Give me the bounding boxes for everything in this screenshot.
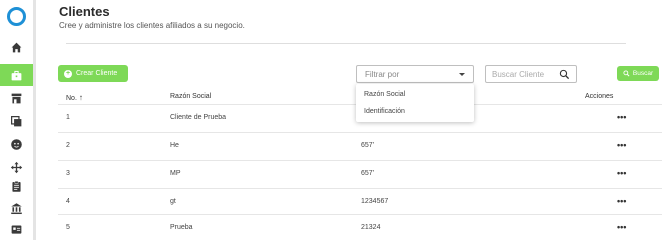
sidebar-item-store[interactable] [0, 87, 33, 109]
app-window: Clientes Cree y administre los clientes … [0, 0, 670, 240]
more-actions-icon[interactable]: ••• [617, 168, 626, 178]
sidebar-item-clipboard[interactable] [0, 175, 33, 197]
table-row[interactable]: 4 gt 1234567 ••• [58, 188, 662, 214]
column-header-no[interactable]: No. ↑ [66, 93, 83, 102]
table-row[interactable]: 2 He 657’ ••• [58, 132, 662, 158]
search-button[interactable]: Buscar [617, 66, 659, 81]
move-icon [10, 161, 23, 173]
table-row[interactable]: 3 MP 657’ ••• [58, 160, 662, 186]
cell-no: 3 [66, 170, 70, 177]
page-subtitle: Cree y administre los clientes afiliados… [59, 21, 245, 30]
filter-option-razon-social[interactable]: Razón Social [356, 86, 474, 103]
sidebar-item-id-card[interactable] [0, 218, 33, 240]
cell-no: 2 [66, 142, 70, 149]
table-row[interactable]: 5 Prueba 21324 ••• [58, 214, 662, 240]
column-header-acciones: Acciones [585, 93, 614, 100]
cell-razon-social: gt [170, 198, 176, 205]
more-actions-icon[interactable]: ••• [617, 222, 626, 232]
create-client-button[interactable]: + Crear Cliente [58, 65, 128, 82]
search-input[interactable]: Buscar Cliente [485, 65, 577, 83]
cell-identificacion: 1234567 [361, 198, 389, 205]
column-header-razon-social[interactable]: Razón Social [170, 93, 211, 100]
cell-no: 4 [66, 198, 70, 205]
sidebar-item-home[interactable] [0, 36, 33, 58]
id-card-icon [11, 224, 22, 234]
caret-down-icon [459, 73, 465, 76]
copy-icon [11, 115, 22, 126]
store-icon [11, 93, 22, 103]
plus-icon: + [64, 69, 72, 78]
cell-identificacion: 657’ [361, 170, 375, 177]
home-icon [11, 42, 22, 52]
bank-icon [11, 202, 22, 214]
cell-razon-social: Prueba [170, 224, 193, 231]
main-content: Clientes Cree y administre los clientes … [36, 0, 670, 240]
filter-dropdown-menu: Razón Social Identificación [356, 84, 474, 122]
filter-select[interactable]: Filtrar por [356, 65, 474, 83]
cell-razon-social: He [170, 142, 179, 149]
search-icon[interactable] [559, 69, 570, 80]
more-actions-icon[interactable]: ••• [617, 196, 626, 206]
sidebar-item-copy[interactable] [0, 110, 33, 132]
cell-identificacion: 21324 [361, 224, 381, 231]
cell-razon-social: Cliente de Prueba [170, 114, 227, 121]
sidebar-item-clientes[interactable] [0, 64, 33, 86]
cell-razon-social: MP [170, 170, 181, 177]
page-title: Clientes [59, 4, 110, 19]
filter-placeholder: Filtrar por [365, 69, 400, 79]
create-client-label: Crear Cliente [76, 70, 118, 77]
sidebar [0, 0, 36, 240]
search-icon [623, 70, 630, 77]
clipboard-icon [12, 180, 21, 192]
search-button-label: Buscar [632, 70, 654, 77]
face-icon [11, 138, 22, 150]
more-actions-icon[interactable]: ••• [617, 140, 626, 150]
sidebar-item-face[interactable] [0, 133, 33, 155]
search-placeholder: Buscar Cliente [492, 69, 545, 79]
briefcase-icon [11, 70, 22, 80]
sidebar-item-bank[interactable] [0, 197, 33, 219]
cell-no: 5 [66, 224, 70, 231]
logo[interactable] [7, 7, 26, 26]
filter-option-identificacion[interactable]: Identificación [356, 103, 474, 120]
cell-no: 1 [66, 114, 70, 121]
more-actions-icon[interactable]: ••• [617, 112, 626, 122]
arrow-up-icon: ↑ [78, 93, 83, 102]
cell-identificacion: 657’ [361, 142, 375, 149]
divider [66, 43, 626, 44]
